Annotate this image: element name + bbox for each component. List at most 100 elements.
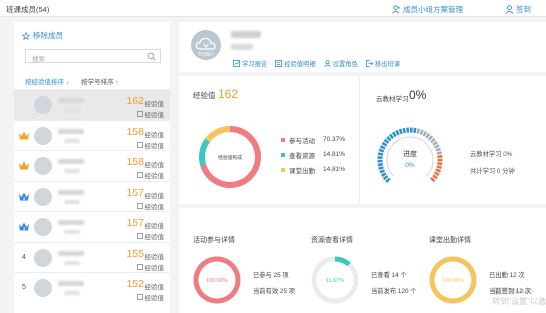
- legend-item: 课堂出勤 14.81%: [281, 162, 345, 177]
- detail-ring: 100.00%: [429, 256, 477, 304]
- gauge-tick: [383, 138, 390, 144]
- member-row[interactable]: 5 152 经验值 经验值: [14, 272, 170, 303]
- exp-score: 152: [126, 278, 144, 290]
- sort-options: 按经验值排序 ↓ 按学号排序 ↑: [25, 76, 119, 86]
- gauge-tick: [416, 128, 421, 134]
- gauge-value: 0%: [405, 162, 415, 169]
- checkbox-icon: [136, 233, 143, 239]
- gauge-tick: [435, 147, 441, 152]
- member-id-blurred: [64, 199, 80, 204]
- crown-icon: [19, 131, 29, 139]
- gauge-tick: [388, 133, 394, 140]
- member-row[interactable]: 3 157 经验值 经验值: [14, 211, 170, 242]
- gauge-tick: [381, 141, 388, 147]
- member-id-blurred: [64, 169, 80, 173]
- detail-info: 已查看 14 个当前发布 120 个: [371, 268, 417, 300]
- exp-detail-label: 经验值明细: [284, 61, 316, 68]
- exp-unit: 经验值: [144, 223, 165, 230]
- detail-title: 活动参与详情: [193, 237, 235, 244]
- details-panel: 激活 Windo 转到"设置"以激 活动参与详情 100.00% 已参与 25 项当…: [179, 208, 546, 313]
- ring-percent: 11.67%: [326, 278, 344, 284]
- detail-line-1: 已参与 25 项: [253, 272, 289, 279]
- cloud-study-title: 云教材学习: [376, 96, 409, 103]
- exp-unit: 经验值: [144, 253, 165, 261]
- member-row[interactable]: 158 经验值 经验值: [14, 150, 170, 181]
- study-report-link[interactable]: 学习报告: [233, 59, 267, 68]
- report-icon: [233, 60, 240, 67]
- search-placeholder: 搜索: [32, 56, 45, 63]
- search-icon[interactable]: [147, 52, 156, 61]
- cloud-study-percent: 云教材学习 0%: [470, 151, 513, 158]
- gauge-tick: [436, 165, 442, 170]
- exp-detail-unit: 经验值: [144, 234, 165, 241]
- set-role-link[interactable]: 设置角色: [324, 59, 358, 68]
- exp-detail-unit: 经验值: [144, 142, 165, 150]
- gauge-tick: [435, 168, 441, 173]
- member-row[interactable]: 158 经验值 经验值: [14, 119, 170, 150]
- exp-score: 155: [126, 247, 144, 260]
- exp-unit: 经验值: [144, 192, 165, 200]
- exp-unit: 经验值: [144, 101, 165, 108]
- exp-detail-link[interactable]: 经验值: [136, 292, 164, 302]
- exp-detail-link[interactable]: 经验值: [136, 109, 164, 119]
- exp-detail-link[interactable]: 经验值明细: [275, 59, 316, 68]
- experience-value: 162: [218, 87, 239, 101]
- exp-detail-link[interactable]: 经验值: [136, 201, 164, 211]
- crown-icon: 3: [19, 192, 29, 201]
- sort-by-exp-button[interactable]: 按经验值排序 ↓: [25, 76, 69, 86]
- exp-score: 162: [126, 95, 144, 107]
- gauge-tick: [378, 148, 385, 153]
- member-profile-header: 学员图片 学习报告 经验值明细 设置角色 移出班课: [179, 22, 546, 72]
- exp-detail-link[interactable]: 经验值: [136, 231, 165, 241]
- divider: [359, 76, 360, 204]
- gauge-tick: [386, 135, 392, 142]
- gauge-tick: [379, 169, 386, 174]
- detail-ring: 11.67%: [311, 256, 359, 304]
- exp-detail-unit: 经验值: [144, 264, 165, 272]
- donut-segment-1: [199, 138, 211, 166]
- exp-detail-link[interactable]: 经验值: [136, 170, 164, 180]
- member-row[interactable]: 4 155 经验值 经验值: [14, 241, 170, 272]
- detail-title: 资源查看详情: [311, 237, 353, 244]
- remove-from-class-link[interactable]: 移出班课: [365, 59, 401, 68]
- detail-info: 已参与 25 项当前有效 25 项: [253, 268, 295, 300]
- exp-unit: 经验值: [144, 284, 165, 291]
- gauge-tick: [382, 175, 389, 181]
- sort-by-id-button[interactable]: 按学号排序 ↑: [81, 76, 119, 86]
- user-icon: [505, 5, 514, 14]
- gauge-tick: [432, 140, 438, 146]
- gauge-tick: [433, 144, 440, 149]
- remove-members-button[interactable]: 移除成员: [22, 30, 63, 41]
- group-icon: [392, 5, 401, 14]
- member-row[interactable]: 162 经验值 经验值: [14, 89, 170, 120]
- detail-ring: 100.00%: [193, 256, 241, 304]
- set-role-label: 设置角色: [332, 61, 358, 68]
- exp-detail-link[interactable]: 经验值: [136, 140, 165, 150]
- gauge-tick: [432, 174, 438, 180]
- member-row[interactable]: 3 157 经验值 经验值: [14, 180, 170, 211]
- cloud-avatar-icon: 学员图片: [195, 37, 216, 57]
- rank-number: 5: [22, 284, 26, 291]
- top-bar: 班课成员(54) 成员小组方案管理 签到: [0, 0, 546, 17]
- group-manage-button[interactable]: 成员小组方案管理: [392, 4, 463, 15]
- gauge-tick: [430, 137, 436, 144]
- exp-detail-link[interactable]: 经验值: [136, 262, 165, 272]
- exp-score: 158: [126, 125, 144, 138]
- member-id-blurred: [64, 291, 80, 295]
- exp-unit: 经验值: [144, 131, 165, 139]
- sign-in-button[interactable]: 签到: [505, 4, 531, 15]
- checkbox-icon: [136, 202, 143, 209]
- cloud-study-minutes: 共计学习 0 分钟: [470, 168, 515, 175]
- gauge-tick: [377, 152, 384, 156]
- member-id-blurred: [64, 138, 80, 143]
- profile-links: 学习报告 经验值明细 设置角色 移出班课: [233, 59, 400, 68]
- checkbox-icon: [136, 141, 143, 148]
- checkbox-icon: [136, 294, 143, 300]
- detail-line-1: 已查看 14 个: [371, 272, 407, 279]
- remove-from-class-label: 移出班课: [374, 61, 401, 68]
- experience-title: 经验值: [193, 91, 216, 100]
- gauge-tick: [430, 177, 436, 183]
- remove-members-label: 移除成员: [33, 31, 63, 40]
- member-search-input[interactable]: 搜索: [25, 49, 161, 63]
- detail-line-2: 当前签到 12 次: [489, 288, 531, 295]
